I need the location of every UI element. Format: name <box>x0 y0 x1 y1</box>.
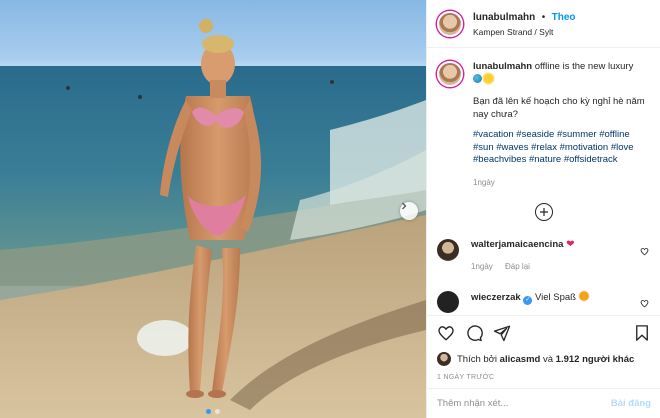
beach-photo-illustration <box>0 19 426 418</box>
likes-prefix: Thích bởi <box>457 353 498 365</box>
comment-item: wieczerzak ✓ Viel Spaß <box>437 291 651 313</box>
chevron-right-icon <box>402 202 407 210</box>
comment-text: Viel Spaß <box>534 292 576 303</box>
liker-username[interactable]: alicasmd <box>500 354 541 365</box>
globe-emoji-icon <box>473 73 482 83</box>
post-actions: Thích bởi alicasmd và 1.912 người khác 1… <box>427 315 660 381</box>
commenter-username[interactable]: wieczerzak <box>471 292 521 303</box>
caption-avatar[interactable] <box>437 61 463 87</box>
post-header: lunabulmahn • Theo Kampen Strand / Sylt <box>427 0 660 48</box>
post-location[interactable]: Kampen Strand / Sylt <box>473 25 576 39</box>
caption-first-line: offline is the new luxury <box>534 61 634 72</box>
like-heart-icon[interactable] <box>437 324 455 342</box>
comment-item: walterjamaicaencina ❤ 1ngày Đáp lại <box>437 239 651 273</box>
post-photo[interactable] <box>0 0 426 418</box>
likes-summary: Thích bởi alicasmd và 1.912 người khác <box>437 352 651 366</box>
commenter-username[interactable]: walterjamaicaencina <box>471 239 563 250</box>
likes-conjunction: và <box>542 353 554 365</box>
comment-like-heart-icon[interactable] <box>640 299 649 308</box>
caption-time[interactable]: 1ngày <box>473 177 649 190</box>
post-side-panel: lunabulmahn • Theo Kampen Strand / Sylt … <box>426 0 660 418</box>
add-comment-input[interactable] <box>437 398 611 409</box>
reply-button[interactable]: Đáp lại <box>505 262 530 271</box>
follow-button[interactable]: Theo <box>552 12 576 23</box>
carousel-indicator <box>0 409 426 414</box>
comment-like-heart-icon[interactable] <box>640 247 649 256</box>
carousel-next-button[interactable] <box>400 202 418 220</box>
sun-emoji-icon <box>484 73 493 83</box>
plus-icon <box>540 208 548 216</box>
commenter-avatar[interactable] <box>437 291 459 313</box>
verified-badge-icon: ✓ <box>523 296 533 305</box>
liker-avatar[interactable] <box>437 352 451 366</box>
author-username[interactable]: lunabulmahn <box>473 12 535 23</box>
carousel-dot <box>215 409 220 414</box>
caption-paragraph: Bạn đã lên kế hoạch cho kỳ nghỉ hè năm n… <box>473 96 645 120</box>
author-avatar[interactable] <box>437 10 463 37</box>
caption: lunabulmahn offline is the new luxury Bạ… <box>437 61 651 189</box>
separator-dot: • <box>541 11 546 23</box>
comments-section[interactable]: lunabulmahn offline is the new luxury Bạ… <box>427 49 660 315</box>
post-comment-button[interactable]: Bài đăng <box>611 398 651 409</box>
share-paper-plane-icon[interactable] <box>493 324 511 342</box>
load-more-comments-button[interactable] <box>535 203 553 221</box>
add-comment-bar: Bài đăng <box>427 388 660 418</box>
red-heart-emoji-icon: ❤ <box>566 239 575 250</box>
commenter-avatar[interactable] <box>437 239 459 261</box>
comment-bubble-icon[interactable] <box>465 324 483 342</box>
bookmark-icon[interactable] <box>633 324 651 342</box>
likes-count[interactable]: 1.912 người khác <box>556 354 635 365</box>
caption-hashtags[interactable]: #vacation #seaside #summer #offline #sun… <box>473 129 649 167</box>
carousel-dot <box>206 409 211 414</box>
caption-username[interactable]: lunabulmahn <box>473 61 532 72</box>
post-date[interactable]: 1 NGÀY TRƯỚC <box>437 374 651 381</box>
smiling-face-emoji-icon <box>578 291 589 301</box>
comment-time[interactable]: 1ngày <box>471 262 493 271</box>
